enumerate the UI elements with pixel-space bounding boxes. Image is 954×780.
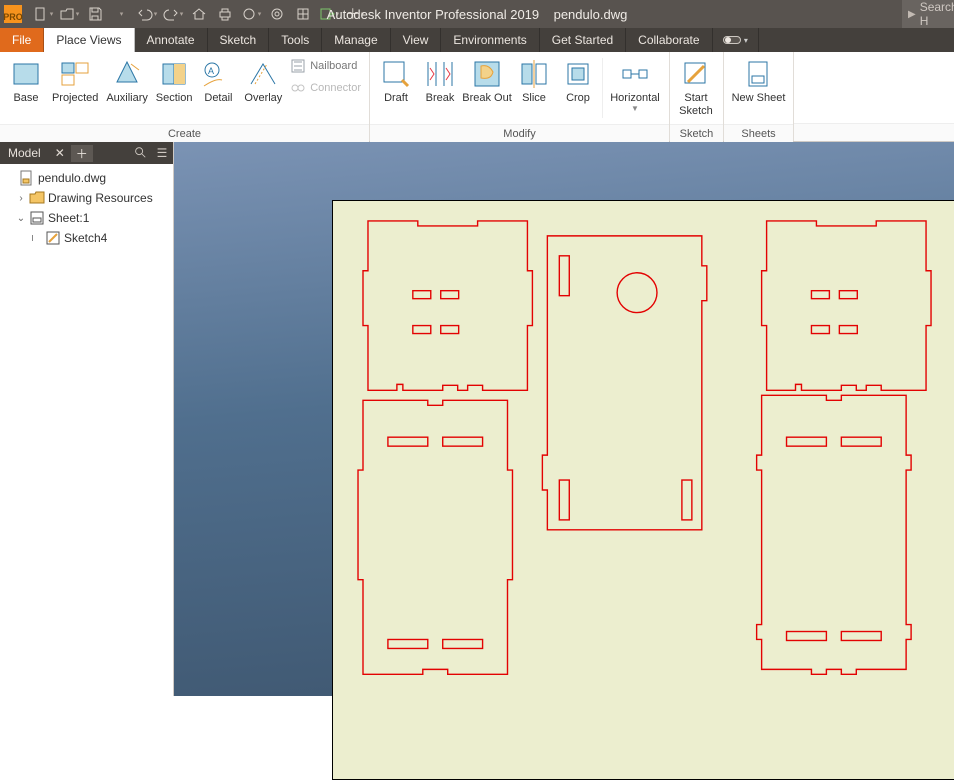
panel-caption-sketch: Sketch — [670, 124, 723, 142]
drawing-sheet — [332, 200, 954, 780]
undo-button[interactable]: ▾ — [136, 3, 158, 25]
tree-item-sketch[interactable]: Sketch4 — [2, 228, 171, 248]
toggle-icon — [723, 36, 741, 44]
new-sheet-button[interactable]: New Sheet — [728, 56, 789, 124]
connector-button[interactable]: Connector — [290, 80, 361, 96]
save-dropdown[interactable]: ▾ — [110, 3, 132, 25]
ribbon-tabs: File Place Views Annotate Sketch Tools M… — [0, 28, 954, 52]
panel-caption-sheets: Sheets — [724, 124, 793, 142]
tab-sketch[interactable]: Sketch — [208, 28, 270, 52]
tree-item-document[interactable]: pendulo.dwg — [2, 168, 171, 188]
add-button[interactable]: ＋▾ — [344, 3, 366, 25]
color-button[interactable]: ▾ — [240, 3, 262, 25]
tab-manage[interactable]: Manage — [322, 28, 390, 52]
browser-tab-model[interactable]: Model — [0, 142, 49, 164]
tab-toggle[interactable]: ▾ — [713, 28, 759, 52]
tab-collaborate[interactable]: Collaborate — [626, 28, 712, 52]
app-logo-icon: PRO — [4, 5, 22, 23]
document-icon — [19, 170, 35, 186]
expand-icon[interactable]: › — [16, 193, 26, 204]
collapse-icon[interactable]: ⌄ — [16, 213, 26, 224]
connector-icon — [290, 80, 306, 96]
new-button[interactable]: ▾ — [32, 3, 54, 25]
crop-button[interactable]: Crop — [556, 56, 600, 124]
sketch-geometry — [333, 201, 954, 779]
tab-file[interactable]: File — [0, 28, 44, 52]
chevron-down-icon: ▼ — [631, 105, 639, 113]
doc-title: pendulo.dwg — [554, 7, 628, 22]
search-arrow-icon: ▶ — [908, 9, 916, 20]
svg-text:A: A — [208, 66, 214, 76]
browser-menu-button[interactable]: ☰ — [151, 146, 173, 160]
tab-annotate[interactable]: Annotate — [135, 28, 208, 52]
drawing-canvas[interactable] — [174, 142, 954, 696]
sketch-icon — [45, 230, 61, 246]
tab-tools[interactable]: Tools — [269, 28, 322, 52]
quick-access-toolbar: PRO ▾ ▾ ▾ ▾ ▾ ▾ ▾ ＋▾ Autodesk Inventor P… — [0, 0, 954, 28]
model-tree: pendulo.dwg › Drawing Resources ⌄ Sheet:… — [0, 164, 173, 252]
ribbon: Base Projected Auxiliary Section A Detai… — [0, 52, 954, 142]
base-view-button[interactable]: Base — [4, 56, 48, 124]
browser-search-button[interactable] — [129, 145, 151, 162]
save-button[interactable] — [84, 3, 106, 25]
tree-label: Sheet:1 — [48, 211, 89, 225]
auxiliary-view-button[interactable]: Auxiliary — [102, 56, 151, 124]
tab-place-views[interactable]: Place Views — [44, 28, 134, 52]
tree-label: Sketch4 — [64, 231, 107, 245]
appearance-button[interactable] — [292, 3, 314, 25]
tree-label: pendulo.dwg — [38, 171, 106, 185]
panel-caption-modify: Modify — [370, 124, 669, 142]
draft-button[interactable]: Draft — [374, 56, 418, 124]
break-button[interactable]: Break — [418, 56, 462, 124]
nailboard-icon — [290, 58, 306, 74]
workspace: Model ✕ ＋ ☰ pendulo.dwg › Drawing Resour… — [0, 142, 954, 696]
tree-item-sheet[interactable]: ⌄ Sheet:1 — [2, 208, 171, 228]
break-out-button[interactable]: Break Out — [462, 56, 512, 124]
tab-environments[interactable]: Environments — [441, 28, 539, 52]
detail-view-button[interactable]: A Detail — [196, 56, 240, 124]
home-button[interactable] — [188, 3, 210, 25]
material-button[interactable] — [266, 3, 288, 25]
browser-add-tab-button[interactable]: ＋ — [71, 145, 93, 162]
open-button[interactable]: ▾ — [58, 3, 80, 25]
start-sketch-button[interactable]: Start Sketch — [674, 56, 718, 124]
panel-caption-create: Create — [0, 124, 369, 142]
section-view-button[interactable]: Section — [152, 56, 197, 124]
projected-view-button[interactable]: Projected — [48, 56, 102, 124]
overlay-view-button[interactable]: Overlay — [240, 56, 286, 124]
slice-button[interactable]: Slice — [512, 56, 556, 124]
tab-get-started[interactable]: Get Started — [540, 28, 626, 52]
print-button[interactable] — [214, 3, 236, 25]
tree-label: Drawing Resources — [48, 191, 153, 205]
search-placeholder: Search H — [920, 0, 954, 28]
horizontal-button[interactable]: Horizontal ▼ — [605, 56, 665, 124]
browser-close-button[interactable]: ✕ — [49, 146, 71, 160]
export-button[interactable]: ▾ — [318, 3, 340, 25]
redo-button[interactable]: ▾ — [162, 3, 184, 25]
search-box[interactable]: ▶ Search H — [902, 0, 954, 28]
model-browser: Model ✕ ＋ ☰ pendulo.dwg › Drawing Resour… — [0, 142, 174, 696]
tab-view[interactable]: View — [391, 28, 442, 52]
nailboard-button[interactable]: Nailboard — [290, 58, 361, 74]
sheet-icon — [29, 210, 45, 226]
tree-item-resources[interactable]: › Drawing Resources — [2, 188, 171, 208]
folder-icon — [29, 190, 45, 206]
